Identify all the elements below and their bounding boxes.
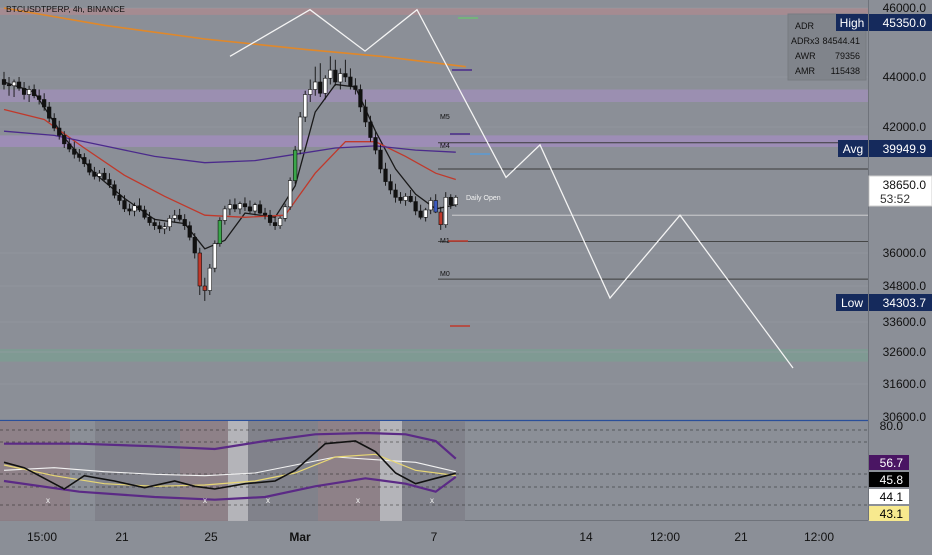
price-axis-tick: 46000.0 <box>883 1 927 15</box>
price-axis-tick: 34800.0 <box>883 279 927 293</box>
svg-text:34303.7: 34303.7 <box>883 296 927 310</box>
stats-value: 79356 <box>835 51 860 61</box>
level-label-m0: M0 <box>440 271 450 278</box>
time-axis-tick: 12:00 <box>804 530 834 544</box>
osc-cross-marker: x <box>430 496 434 505</box>
symbol-title: BTCUSDTPERP, 4h, BINANCE <box>6 4 125 14</box>
osc-badge-upper: 56.7 <box>869 455 909 470</box>
osc-cross-marker: x <box>203 496 207 505</box>
bar-countdown: 53:52 <box>880 192 910 206</box>
osc-cross-marker: x <box>356 496 360 505</box>
trading-chart: x x x x x 46000.0 44000.0 42000.0 36000.0 34800.… <box>0 0 932 550</box>
stats-value: 84544.41 <box>822 36 860 46</box>
svg-text:45350.0: 45350.0 <box>883 16 927 30</box>
stats-label: ADR <box>795 21 815 31</box>
osc-bg-band <box>180 421 228 521</box>
svg-text:56.7: 56.7 <box>880 456 904 470</box>
osc-axis-tick: 80.0 <box>880 419 904 433</box>
svg-text:43.1: 43.1 <box>880 507 904 521</box>
time-axis-tick: 14 <box>579 530 593 544</box>
osc-badge-lower: 43.1 <box>869 506 909 521</box>
candle <box>207 264 212 295</box>
candle <box>443 192 448 228</box>
price-axis-tick: 36000.0 <box>883 246 927 260</box>
svg-text:44.1: 44.1 <box>880 490 904 504</box>
candle <box>293 145 298 184</box>
svg-text:Avg: Avg <box>843 142 863 156</box>
price-axis-tick: 44000.0 <box>883 70 927 84</box>
svg-text:39949.9: 39949.9 <box>883 142 927 156</box>
price-zone <box>0 89 868 102</box>
time-axis-tick: Mar <box>289 530 311 544</box>
price-axis-tick: 42000.0 <box>883 120 927 134</box>
osc-bg-band <box>228 421 248 521</box>
osc-cross-marker: x <box>266 496 270 505</box>
price-axis-tick: 32600.0 <box>883 345 927 359</box>
time-axis-tick: 7 <box>431 530 438 544</box>
time-axis-tick: 21 <box>115 530 129 544</box>
stats-label: AMR <box>795 66 816 76</box>
time-axis-tick: 21 <box>734 530 748 544</box>
osc-bg-band <box>318 421 380 521</box>
chart-canvas[interactable]: x x x x x 46000.0 44000.0 42000.0 36000.0 34800.… <box>0 0 932 550</box>
candle <box>212 240 217 273</box>
candle <box>217 217 222 247</box>
price-zone <box>0 135 868 147</box>
low-badge: Low 34303.7 <box>836 294 932 311</box>
time-axis-tick: 15:00 <box>27 530 57 544</box>
price-zone <box>0 8 868 15</box>
high-badge: High 45350.0 <box>836 14 932 31</box>
level-label-m5: M5 <box>440 114 450 121</box>
osc-cross-marker: x <box>46 496 50 505</box>
svg-text:High: High <box>840 16 865 30</box>
last-price: 38650.0 <box>883 178 927 192</box>
stats-value: 115438 <box>831 66 860 76</box>
osc-bg-band <box>95 421 180 521</box>
price-zone <box>0 349 868 362</box>
daily-open-label: Daily Open <box>466 195 501 202</box>
svg-text:Low: Low <box>841 296 863 310</box>
price-axis-tick: 31600.0 <box>883 377 927 391</box>
candle <box>298 112 303 155</box>
level-label-m4: M4 <box>440 143 450 150</box>
time-axis-tick: 25 <box>204 530 218 544</box>
last-price-badge: 38650.0 53:52 <box>868 175 932 207</box>
price-axis-tick: 33600.0 <box>883 315 927 329</box>
avg-badge: Avg 39949.9 <box>838 140 932 157</box>
candle <box>288 177 293 210</box>
stats-label: AWR <box>795 51 816 61</box>
osc-bg-band <box>380 421 402 521</box>
level-label-m1: M1 <box>440 238 450 245</box>
time-axis-tick: 12:00 <box>650 530 680 544</box>
svg-text:45.8: 45.8 <box>880 473 904 487</box>
osc-badge-main: 45.8 <box>869 472 909 487</box>
osc-badge-signal: 44.1 <box>869 489 909 504</box>
stats-label: ADRx3 <box>791 36 820 46</box>
